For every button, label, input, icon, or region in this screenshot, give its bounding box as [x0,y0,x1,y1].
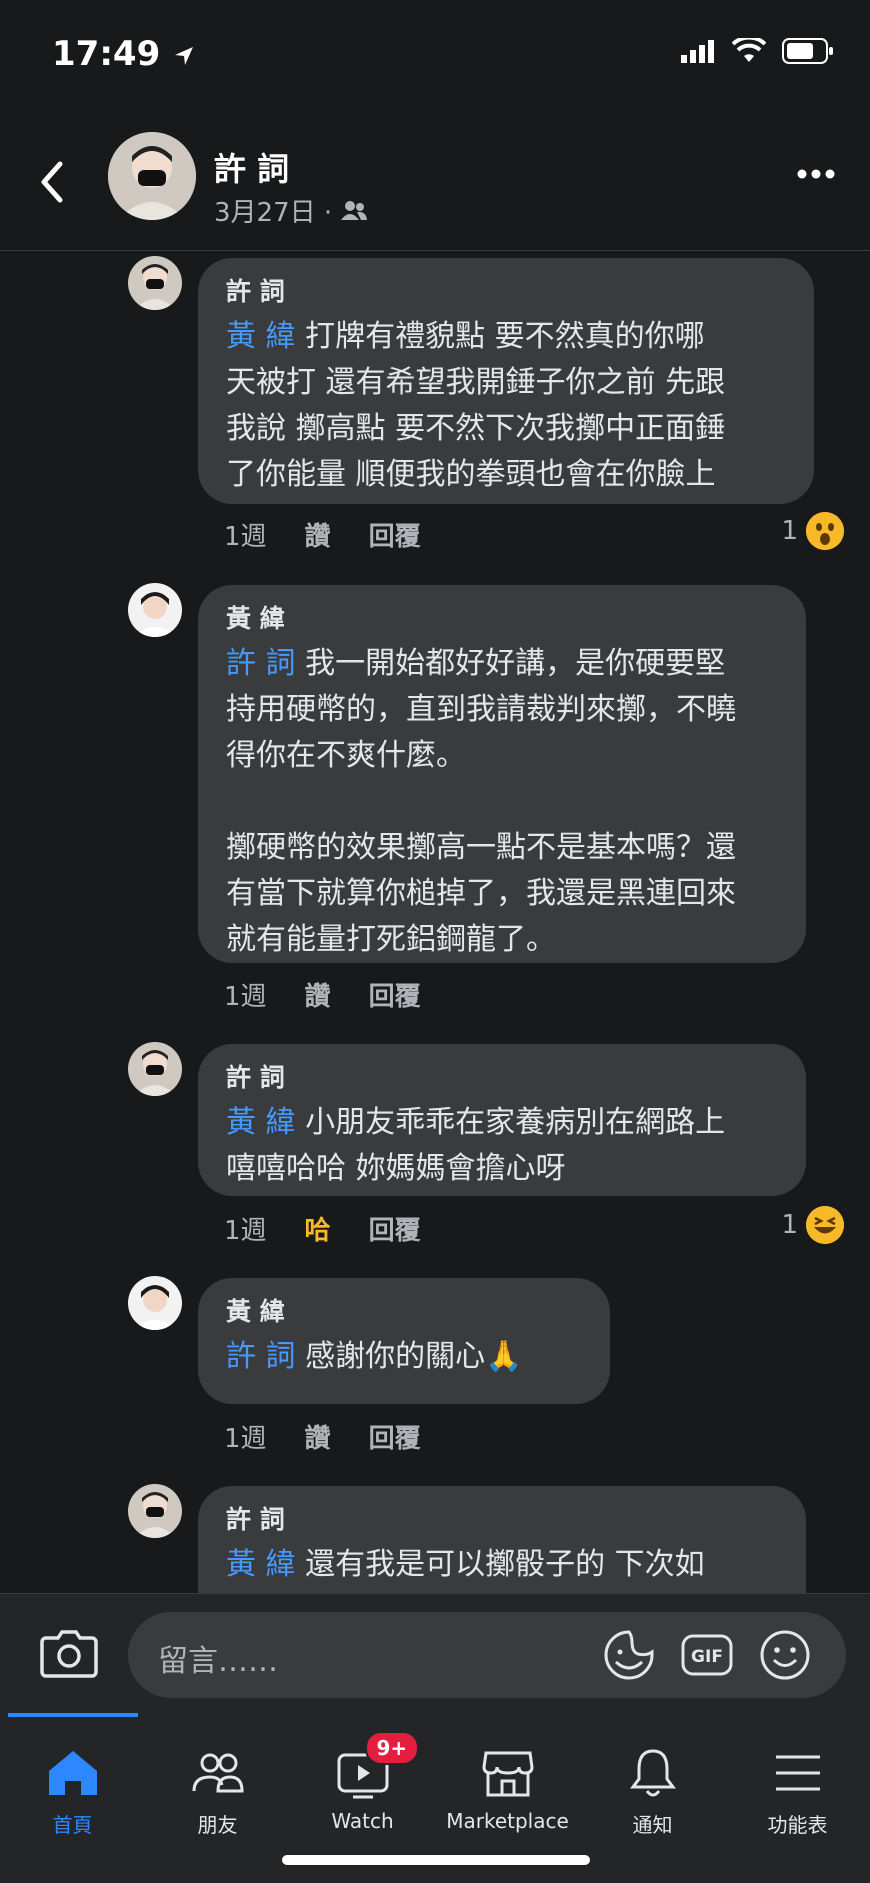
tab-watch[interactable]: 9+ Watch [290,1731,435,1843]
tab-menu[interactable]: 功能表 [725,1733,870,1843]
comment-input[interactable]: 留言…… GIF [128,1612,846,1698]
tab-label: 首頁 [52,1813,93,1837]
tab-home[interactable]: 首頁 [0,1733,145,1843]
emoji-button[interactable] [758,1628,812,1682]
comment-text: 黃 緯 還有我是可以擲骰子的 下次如 [226,1547,705,1582]
tab-label: 通知 [632,1813,673,1837]
profile-photo [128,1484,182,1538]
camera-icon [40,1630,98,1678]
menu-icon [770,1745,826,1801]
comment-author[interactable]: 許 詞 [226,1500,778,1536]
gif-icon: GIF [681,1634,733,1676]
sticker-button[interactable] [602,1628,656,1682]
emoji-icon [760,1630,810,1680]
comment-composer: 留言…… GIF [0,1593,870,1714]
home-icon [45,1745,101,1801]
svg-text:GIF: GIF [691,1647,723,1667]
tab-label: 朋友 [197,1813,238,1837]
tab-notifications[interactable]: 通知 [580,1733,725,1843]
friends-icon [190,1745,246,1801]
tab-label: Marketplace [446,1809,569,1833]
active-tab-indicator [8,1713,138,1717]
comment: 許 詞 黃 緯 還有我是可以擲骰子的 下次如 [0,0,870,1593]
tab-label: 功能表 [767,1813,828,1837]
bell-icon [625,1745,681,1801]
notification-badge: 9+ [364,1731,420,1765]
camera-button[interactable] [40,1624,98,1680]
gif-button[interactable]: GIF [680,1628,734,1682]
tab-friends[interactable]: 朋友 [145,1733,290,1843]
tab-label: Watch [331,1809,394,1833]
mention-link[interactable]: 黃 緯 [226,1547,296,1582]
comment-bubble[interactable]: 許 詞 黃 緯 還有我是可以擲骰子的 下次如 [198,1486,806,1593]
watch-icon: 9+ [335,1731,420,1801]
home-indicator[interactable] [282,1855,590,1865]
tab-marketplace[interactable]: Marketplace [435,1733,580,1843]
marketplace-icon [480,1745,536,1801]
comment-placeholder: 留言…… [158,1644,278,1679]
commenter-avatar[interactable] [128,1484,182,1538]
sticker-icon [604,1630,654,1680]
